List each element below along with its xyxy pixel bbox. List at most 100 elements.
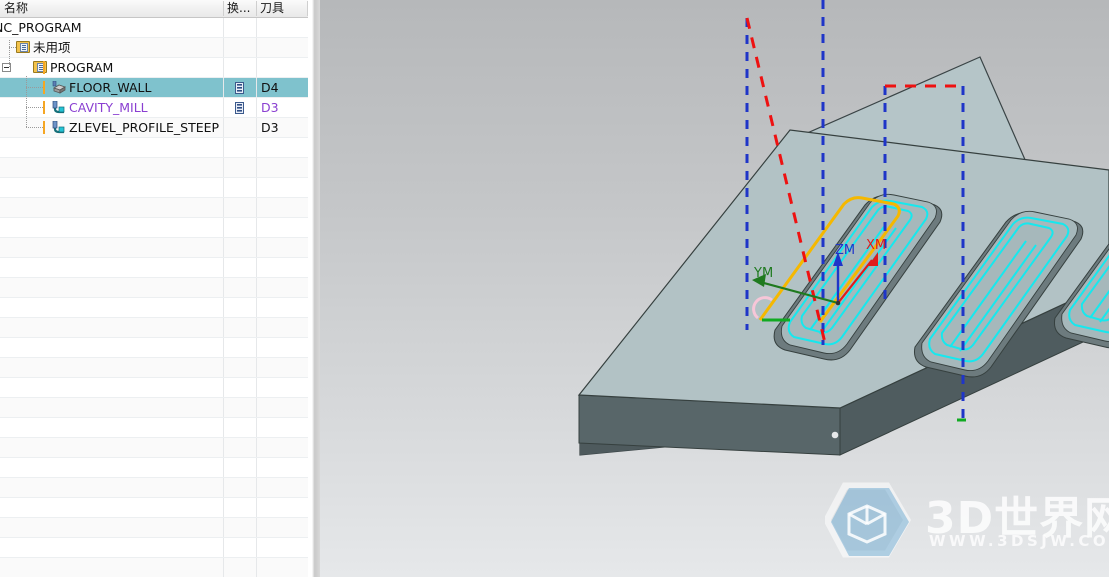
cell-change[interactable]: [223, 318, 257, 337]
operation-row[interactable]: ZLEVEL_PROFILE_STEEP D3: [0, 118, 308, 138]
cell-tool[interactable]: [256, 298, 308, 317]
cell-change[interactable]: [223, 98, 257, 117]
cell-change[interactable]: [223, 138, 257, 157]
cell-name[interactable]: [0, 458, 223, 477]
cell-change[interactable]: [223, 418, 257, 437]
empty-row[interactable]: [0, 178, 308, 198]
cell-change[interactable]: [223, 198, 257, 217]
cell-name[interactable]: [0, 258, 223, 277]
operation-row[interactable]: CAVITY_MILL D3: [0, 98, 308, 118]
cell-tool[interactable]: [256, 38, 308, 57]
navigator-row-list[interactable]: NC_PROGRAM 未用项 PROGRAM FLOOR_WALL D4 CAVITY_M…: [0, 18, 308, 577]
cell-change[interactable]: [223, 158, 257, 177]
cell-name[interactable]: [0, 538, 223, 557]
cell-change[interactable]: [223, 18, 257, 37]
cell-change[interactable]: [223, 78, 257, 97]
empty-row[interactable]: [0, 318, 308, 338]
cell-change[interactable]: [223, 358, 257, 377]
cell-name[interactable]: 未用项: [0, 38, 223, 57]
cell-tool[interactable]: [256, 558, 308, 577]
empty-row[interactable]: [0, 498, 308, 518]
cell-change[interactable]: [223, 478, 257, 497]
cell-change[interactable]: [223, 298, 257, 317]
empty-row[interactable]: [0, 378, 308, 398]
cell-tool[interactable]: [256, 458, 308, 477]
cell-name[interactable]: [0, 278, 223, 297]
empty-row[interactable]: [0, 558, 308, 577]
empty-row[interactable]: [0, 518, 308, 538]
cell-tool[interactable]: [256, 438, 308, 457]
cell-change[interactable]: [223, 278, 257, 297]
cell-tool[interactable]: [256, 538, 308, 557]
cell-name[interactable]: [0, 218, 223, 237]
cell-tool[interactable]: [256, 18, 308, 37]
panel-splitter[interactable]: [310, 0, 320, 577]
cell-change[interactable]: [223, 378, 257, 397]
cell-tool[interactable]: [256, 178, 308, 197]
graphics-viewport[interactable]: ZM XM YM 3D世界网 WWW.3DSJW.COM: [320, 0, 1109, 577]
cell-tool[interactable]: [256, 158, 308, 177]
cell-name[interactable]: PROGRAM: [0, 58, 223, 77]
cell-name[interactable]: [0, 558, 223, 577]
cell-name[interactable]: [0, 378, 223, 397]
cell-change[interactable]: [223, 498, 257, 517]
cell-change[interactable]: [223, 38, 257, 57]
cell-tool[interactable]: D4: [256, 78, 308, 97]
cell-name[interactable]: [0, 338, 223, 357]
empty-row[interactable]: [0, 278, 308, 298]
cell-name[interactable]: [0, 398, 223, 417]
navigator-column-header[interactable]: 名称 换... 刀具: [0, 0, 308, 18]
cell-change[interactable]: [223, 58, 257, 77]
operation-row[interactable]: FLOOR_WALL D4: [0, 78, 308, 98]
cell-change[interactable]: [223, 558, 257, 577]
cell-name[interactable]: [0, 318, 223, 337]
empty-row[interactable]: [0, 438, 308, 458]
cell-change[interactable]: [223, 458, 257, 477]
cell-tool[interactable]: [256, 198, 308, 217]
cell-change[interactable]: [223, 178, 257, 197]
cell-name[interactable]: NC_PROGRAM: [0, 18, 223, 37]
cell-tool[interactable]: [256, 338, 308, 357]
empty-row[interactable]: [0, 418, 308, 438]
empty-row[interactable]: [0, 218, 308, 238]
cell-tool[interactable]: [256, 58, 308, 77]
cell-tool[interactable]: [256, 218, 308, 237]
cell-tool[interactable]: [256, 258, 308, 277]
cell-change[interactable]: [223, 238, 257, 257]
empty-row[interactable]: [0, 198, 308, 218]
cell-name[interactable]: [0, 238, 223, 257]
cell-tool[interactable]: [256, 498, 308, 517]
cell-name[interactable]: [0, 438, 223, 457]
column-header-tool[interactable]: 刀具: [256, 0, 308, 17]
operation-navigator-panel[interactable]: 名称 换... 刀具 NC_PROGRAM 未用项 PROGRAM FLOOR_WAL…: [0, 0, 308, 577]
empty-row[interactable]: [0, 238, 308, 258]
empty-row[interactable]: [0, 538, 308, 558]
empty-row[interactable]: [0, 358, 308, 378]
cell-name[interactable]: [0, 518, 223, 537]
cell-tool[interactable]: [256, 518, 308, 537]
cell-tool[interactable]: [256, 478, 308, 497]
cell-change[interactable]: [223, 398, 257, 417]
cell-name[interactable]: [0, 358, 223, 377]
cell-tool[interactable]: [256, 278, 308, 297]
cell-name[interactable]: [0, 198, 223, 217]
empty-row[interactable]: [0, 158, 308, 178]
empty-row[interactable]: [0, 298, 308, 318]
cell-change[interactable]: [223, 518, 257, 537]
empty-row[interactable]: [0, 258, 308, 278]
cell-change[interactable]: [223, 538, 257, 557]
cell-name[interactable]: ZLEVEL_PROFILE_STEEP: [0, 118, 223, 137]
empty-row[interactable]: [0, 338, 308, 358]
cell-tool[interactable]: D3: [256, 98, 308, 117]
cell-tool[interactable]: [256, 238, 308, 257]
cell-change[interactable]: [223, 118, 257, 137]
column-header-name[interactable]: 名称: [0, 0, 223, 17]
cell-tool[interactable]: [256, 358, 308, 377]
cell-name[interactable]: [0, 178, 223, 197]
cell-name[interactable]: [0, 498, 223, 517]
operation-row[interactable]: PROGRAM: [0, 58, 308, 78]
column-header-change[interactable]: 换...: [223, 0, 256, 17]
empty-row[interactable]: [0, 398, 308, 418]
cell-tool[interactable]: [256, 318, 308, 337]
cell-change[interactable]: [223, 218, 257, 237]
